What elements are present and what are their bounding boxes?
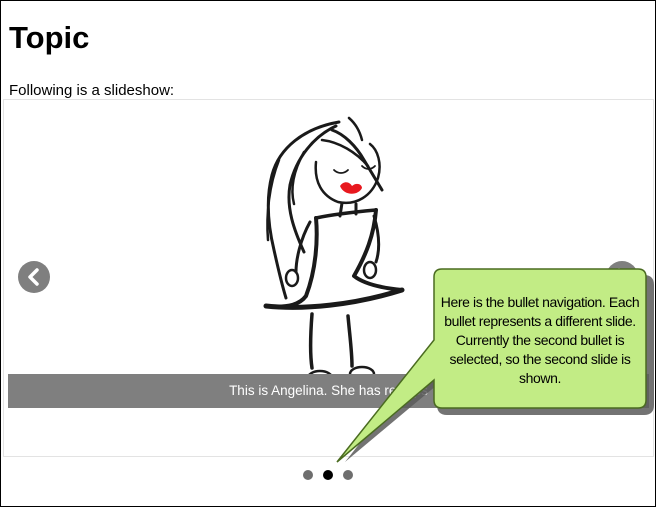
callout-text: Here is the bullet navigation. Each bull… [440,294,640,386]
callout-bubble [336,268,654,463]
